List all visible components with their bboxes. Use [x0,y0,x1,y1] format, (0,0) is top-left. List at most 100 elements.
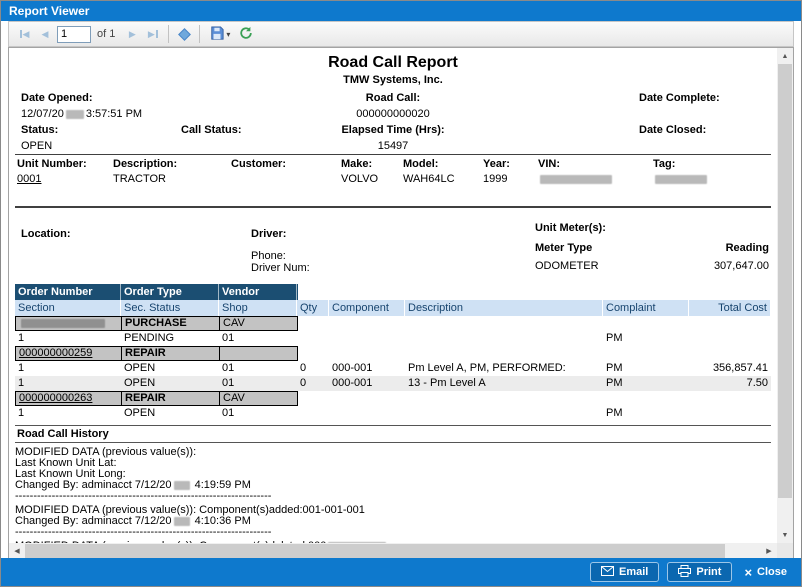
shop-col-header: Shop [219,300,297,316]
refresh-button[interactable] [237,25,255,43]
next-page-button[interactable]: ▶ [123,25,141,43]
order-number-link[interactable]: 000000000259 [15,346,121,361]
diamond-icon [178,28,191,41]
call-status-label: Call Status: [181,124,242,136]
section-row: 1PENDING01PM [15,331,771,346]
close-button[interactable]: × Close [740,565,791,580]
status-label: Status: [21,124,58,136]
scroll-down-icon: ▼ [782,532,789,539]
page-count-label: of 1 [97,28,115,40]
report-header-fields: Date Opened: 12/07/203:57:51 PM Road Cal… [15,90,771,154]
scroll-up-icon: ▲ [782,53,789,60]
redacted-text [174,517,190,526]
section-cell [297,331,329,346]
order-row: PURCHASECAV [15,316,299,331]
vin-header: VIN: [536,158,651,170]
section-row: 1OPEN01PM [15,406,771,421]
unit-meters-label: Unit Meter(s): [535,222,606,234]
email-icon [601,566,614,579]
scroll-left-button[interactable]: ◀ [9,543,25,559]
order-type-cell: REPAIR [121,391,219,406]
last-page-button[interactable]: ▶ [144,25,162,43]
first-page-icon [20,30,22,38]
print-button[interactable]: Print [667,562,732,582]
redacted-text [540,175,612,184]
section-cell: 01 [219,376,297,391]
vendor-header: Vendor [219,284,297,300]
reading-label: Reading [726,242,769,254]
orders-table: Order Number Order Type Vendor Section S… [15,284,771,421]
order-number-header: Order Number [15,284,121,300]
meter-type-value: ODOMETER [535,260,599,272]
customer-header: Customer: [229,158,339,170]
make-value: VOLVO [339,173,401,185]
section-cell: 01 [219,361,297,376]
export-button[interactable]: ▾ [206,25,234,43]
section-row: 1OPEN010000-001Pm Level A, PM, PERFORMED… [15,361,771,376]
customer-value [229,173,339,185]
report-page-area: Road Call Report TMW Systems, Inc. Date … [9,48,777,543]
location-label: Location: [21,228,71,240]
order-type-header: Order Type [121,284,219,300]
year-value: 1999 [481,173,536,185]
history-line: ----------------------------------------… [15,527,771,538]
close-button-label: Close [757,566,787,578]
scroll-up-button[interactable]: ▲ [777,48,793,64]
order-number-link[interactable]: 000000000263 [15,391,121,406]
scroll-right-button[interactable]: ▶ [761,543,777,559]
reading-value: 307,647.00 [714,260,769,272]
date-opened-label: Date Opened: [21,92,93,104]
location-section: Location: Driver: Unit Meter(s): Meter T… [15,208,771,278]
unit-header-row: Unit Number: Description: Customer: Make… [15,158,771,170]
history-line: MODIFIED DATA (previous value(s)): Compo… [15,505,771,516]
vertical-scroll-thumb[interactable] [778,64,792,498]
section-cell: 0 [297,361,329,376]
history-line: MODIFIED DATA (previous value(s)): [15,447,771,458]
vertical-scrollbar[interactable]: ▲ ▼ [777,48,793,543]
next-page-icon: ▶ [129,29,136,40]
redacted-text [21,319,105,328]
tag-value [651,173,771,185]
road-call-value: 000000000020 [356,108,429,120]
section-cell: 1 [15,406,121,421]
section-cell [689,331,771,346]
redacted-text [655,175,707,184]
section-cell: PM [603,376,689,391]
section-cell [405,331,603,346]
history-line: Last Known Unit Lat: [15,458,771,469]
description-header: Description: [111,158,229,170]
order-row: 000000000263REPAIRCAV [15,391,299,406]
year-header: Year: [481,158,536,170]
date-closed-label: Date Closed: [639,124,706,136]
description-value: TRACTOR [111,173,229,185]
history-line: Last Known Unit Long: [15,469,771,480]
section-col-header: Section [15,300,121,316]
orders-column-headers: Section Sec. Status Shop Qty Component D… [15,300,771,316]
order-vendor-cell: CAV [219,316,298,331]
order-number-link[interactable] [15,316,121,331]
prev-page-button[interactable]: ◀ [36,25,54,43]
page-number-input[interactable] [57,26,91,43]
section-cell: PENDING [121,331,219,346]
section-cell: OPEN [121,376,219,391]
horizontal-scroll-thumb[interactable] [25,544,725,558]
orders-group-header: Order Number Order Type Vendor [15,284,298,300]
model-value: WAH64LC [401,173,481,185]
section-row: 1OPEN010000-00113 - Pm Level APM7.50 [15,376,771,391]
make-header: Make: [339,158,401,170]
email-button-label: Email [619,566,648,578]
phone-label: Phone: [251,250,286,262]
unit-number-link[interactable]: 0001 [15,173,111,185]
order-type-cell: REPAIR [121,346,219,361]
back-to-parent-button[interactable] [175,25,193,43]
print-button-label: Print [696,566,721,578]
horizontal-scrollbar[interactable]: ◀ ▶ [9,543,777,559]
history-header: Road Call History [15,425,771,443]
tag-header: Tag: [651,158,771,170]
history-line: Changed By: adminacct 7/12/20 4:19:59 PM [15,480,771,491]
first-page-button[interactable]: ◀ [15,25,33,43]
section-cell: 7.50 [689,376,771,391]
scroll-down-button[interactable]: ▼ [777,527,793,543]
email-button[interactable]: Email [590,562,659,582]
report-viewport: Road Call Report TMW Systems, Inc. Date … [8,47,794,560]
